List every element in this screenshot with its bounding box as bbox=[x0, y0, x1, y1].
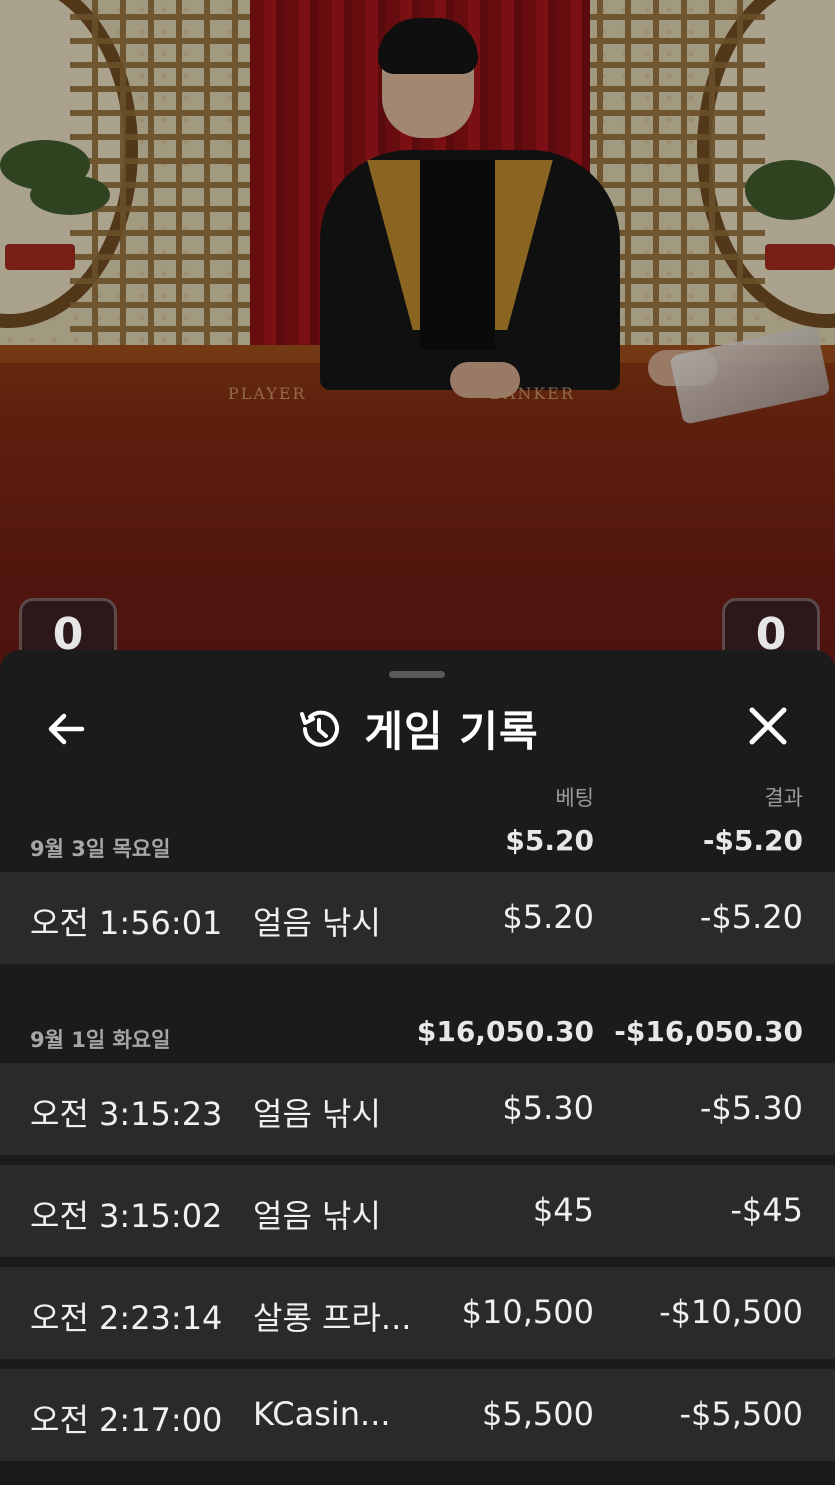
row-time: 오전 2:23:14 bbox=[30, 1299, 223, 1337]
live-video-background: PLAYER BANKER 0 0 bbox=[0, 0, 835, 700]
group-date: 9월 1일 화요일 bbox=[30, 1028, 171, 1052]
row-bet: $10,500 bbox=[461, 1293, 594, 1331]
sheet-drag-handle[interactable] bbox=[389, 671, 445, 678]
row-time: 오전 2:17:00 bbox=[30, 1401, 223, 1439]
row-game: 살롱 프라... bbox=[253, 1299, 412, 1337]
row-game: 얼음 낚시 bbox=[253, 1197, 381, 1235]
row-time: 오전 3:15:23 bbox=[30, 1095, 223, 1133]
column-header-result: 결과 bbox=[764, 786, 803, 810]
table-row[interactable]: 오전 1:56:01 얼음 낚시 $5.20 -$5.20 bbox=[0, 872, 835, 964]
row-bet: $5.30 bbox=[502, 1089, 594, 1127]
row-result: -$10,500 bbox=[659, 1293, 803, 1331]
page-title: 게임 기록 bbox=[364, 707, 539, 756]
row-game: KCasin... bbox=[253, 1395, 391, 1433]
table-row[interactable]: 오전 2:17:00 KCasin... $5,500 -$5,500 bbox=[0, 1369, 835, 1461]
column-header-bet: 베팅 bbox=[555, 786, 594, 810]
row-result: -$5,500 bbox=[679, 1395, 803, 1433]
game-history-sheet: 게임 기록 베팅 결과 9월 3일 목요일 $5.20 -$5.20 오전 1:… bbox=[0, 650, 835, 1485]
table-row[interactable]: 오전 3:15:23 얼음 낚시 $5.30 -$5.30 bbox=[0, 1063, 835, 1155]
row-bet: $5,500 bbox=[482, 1395, 594, 1433]
group-result-total: -$16,050.30 bbox=[614, 1015, 803, 1048]
group-bet-total: $5.20 bbox=[505, 824, 594, 857]
sheet-header: 게임 기록 bbox=[0, 698, 835, 758]
group-result-total: -$5.20 bbox=[702, 824, 803, 857]
table-row[interactable]: 오전 3:15:02 얼음 낚시 $45 -$45 bbox=[0, 1165, 835, 1257]
dim-overlay bbox=[0, 0, 835, 700]
group-date: 9월 3일 목요일 bbox=[30, 837, 171, 861]
row-result: -$5.20 bbox=[699, 898, 803, 936]
row-result: -$5.30 bbox=[699, 1089, 803, 1127]
close-button[interactable] bbox=[742, 700, 794, 752]
row-game: 얼음 낚시 bbox=[253, 904, 381, 942]
group-bet-total: $16,050.30 bbox=[416, 1015, 594, 1048]
row-game: 얼음 낚시 bbox=[253, 1095, 381, 1133]
close-icon bbox=[749, 707, 787, 745]
row-bet: $45 bbox=[532, 1191, 594, 1229]
row-bet: $5.20 bbox=[502, 898, 594, 936]
history-icon bbox=[300, 710, 340, 747]
table-row[interactable]: 오전 2:23:14 살롱 프라... $10,500 -$10,500 bbox=[0, 1267, 835, 1359]
row-time: 오전 1:56:01 bbox=[30, 904, 223, 942]
row-time: 오전 3:15:02 bbox=[30, 1197, 223, 1235]
row-result: -$45 bbox=[730, 1191, 803, 1229]
